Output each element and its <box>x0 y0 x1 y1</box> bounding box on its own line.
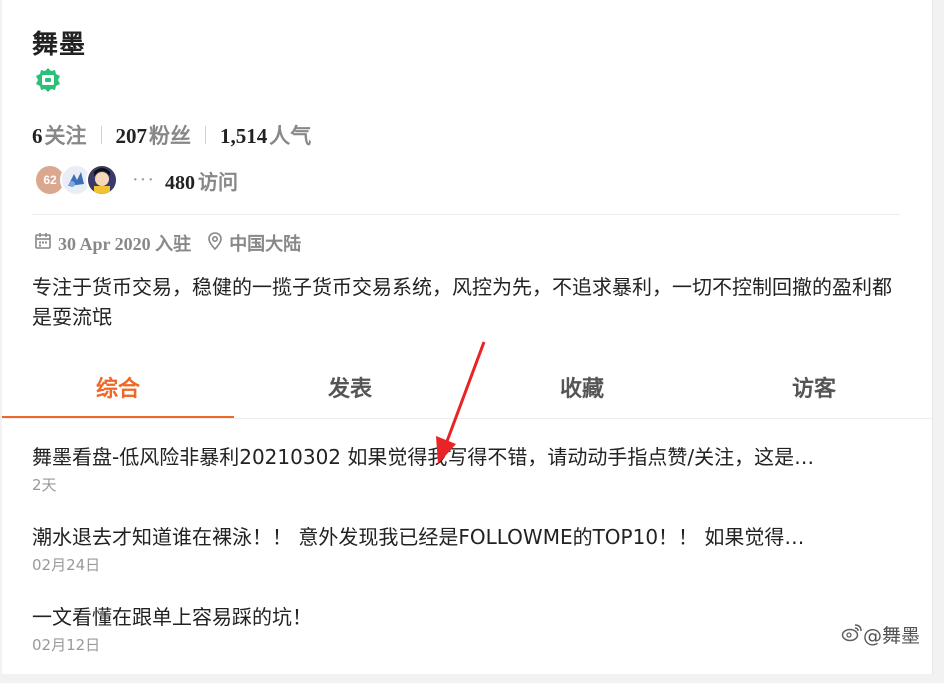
wechat-badge-icon <box>35 67 61 93</box>
profile-meta: 30 Apr 2020 入驻 中国大陆 <box>34 230 301 256</box>
visit-count: 480 <box>164 171 195 194</box>
post-date: 02月24日 <box>32 556 101 574</box>
following-count: 6 <box>32 124 43 148</box>
profile-bio: 专注于货币交易，稳健的一揽子货币交易系统，风控为先，不追求暴利，一切不控制回撤的… <box>32 275 892 329</box>
list-item[interactable]: 潮水退去才知道谁在裸泳！！ 意外发现我已经是FOLLOWME的TOP10！！ 如… <box>32 516 898 596</box>
location: 中国大陆 <box>207 230 301 256</box>
profile-card: 舞墨 6 关注 207 粉丝 1,514 人气 62 ··· 480 访问 30… <box>2 0 933 674</box>
popularity-count: 1,514 <box>220 124 268 148</box>
stat-divider <box>205 126 206 144</box>
divider <box>32 214 900 215</box>
username: 舞墨 <box>32 30 87 59</box>
location-pin-icon <box>207 231 229 255</box>
tabs-divider <box>2 418 932 419</box>
list-item[interactable]: 舞墨看盘-低风险非暴利20210302 如果觉得我写得不错，请动动手指点赞/关注… <box>32 436 898 516</box>
page-bottom <box>0 674 944 683</box>
tab-visitors[interactable]: 访客 <box>698 355 930 419</box>
post-date: 2天 <box>32 476 57 494</box>
visit-label: 访问 <box>197 171 238 194</box>
visit-stat: 480 访问 <box>165 166 238 195</box>
tab-favorites[interactable]: 收藏 <box>466 355 698 419</box>
followers-stat[interactable]: 207 粉丝 <box>116 120 192 150</box>
list-item[interactable]: 一文看懂在跟单上容易踩的坑！ 02月12日 <box>32 596 898 676</box>
more-visitors-icon[interactable]: ··· <box>132 169 155 192</box>
profile-stats: 6 关注 207 粉丝 1,514 人气 <box>32 120 311 150</box>
followers-label: 粉丝 <box>149 124 191 148</box>
tab-overview[interactable]: 综合 <box>2 355 234 419</box>
post-title[interactable]: 舞墨看盘-低风险非暴利20210302 如果觉得我写得不错，请动动手指点赞/关注… <box>32 436 898 472</box>
watermark: @舞墨 <box>841 621 920 648</box>
popularity-label: 人气 <box>269 124 312 148</box>
popularity-stat: 1,514 人气 <box>220 120 311 150</box>
stat-divider <box>100 126 102 144</box>
post-list: 舞墨看盘-低风险非暴利20210302 如果觉得我写得不错，请动动手指点赞/关注… <box>32 436 898 676</box>
following-stat[interactable]: 6 关注 <box>32 120 87 150</box>
weibo-logo-icon <box>841 622 863 647</box>
following-label: 关注 <box>44 124 87 148</box>
post-title[interactable]: 一文看懂在跟单上容易踩的坑！ <box>32 596 898 632</box>
join-date: 30 Apr 2020 入驻 <box>58 234 192 254</box>
avatar[interactable] <box>86 164 118 196</box>
followers-count: 207 <box>115 124 148 148</box>
tab-posts[interactable]: 发表 <box>234 355 466 419</box>
recent-visitors: 62 ··· 480 访问 <box>34 162 238 198</box>
watermark-text: @舞墨 <box>862 625 920 647</box>
post-title[interactable]: 潮水退去才知道谁在裸泳！！ 意外发现我已经是FOLLOWME的TOP10！！ 如… <box>32 516 898 552</box>
location-text: 中国大陆 <box>229 234 302 254</box>
profile-tabs: 综合 发表 收藏 访客 <box>2 355 932 419</box>
calendar-icon <box>34 232 58 255</box>
post-date: 02月12日 <box>32 636 101 654</box>
